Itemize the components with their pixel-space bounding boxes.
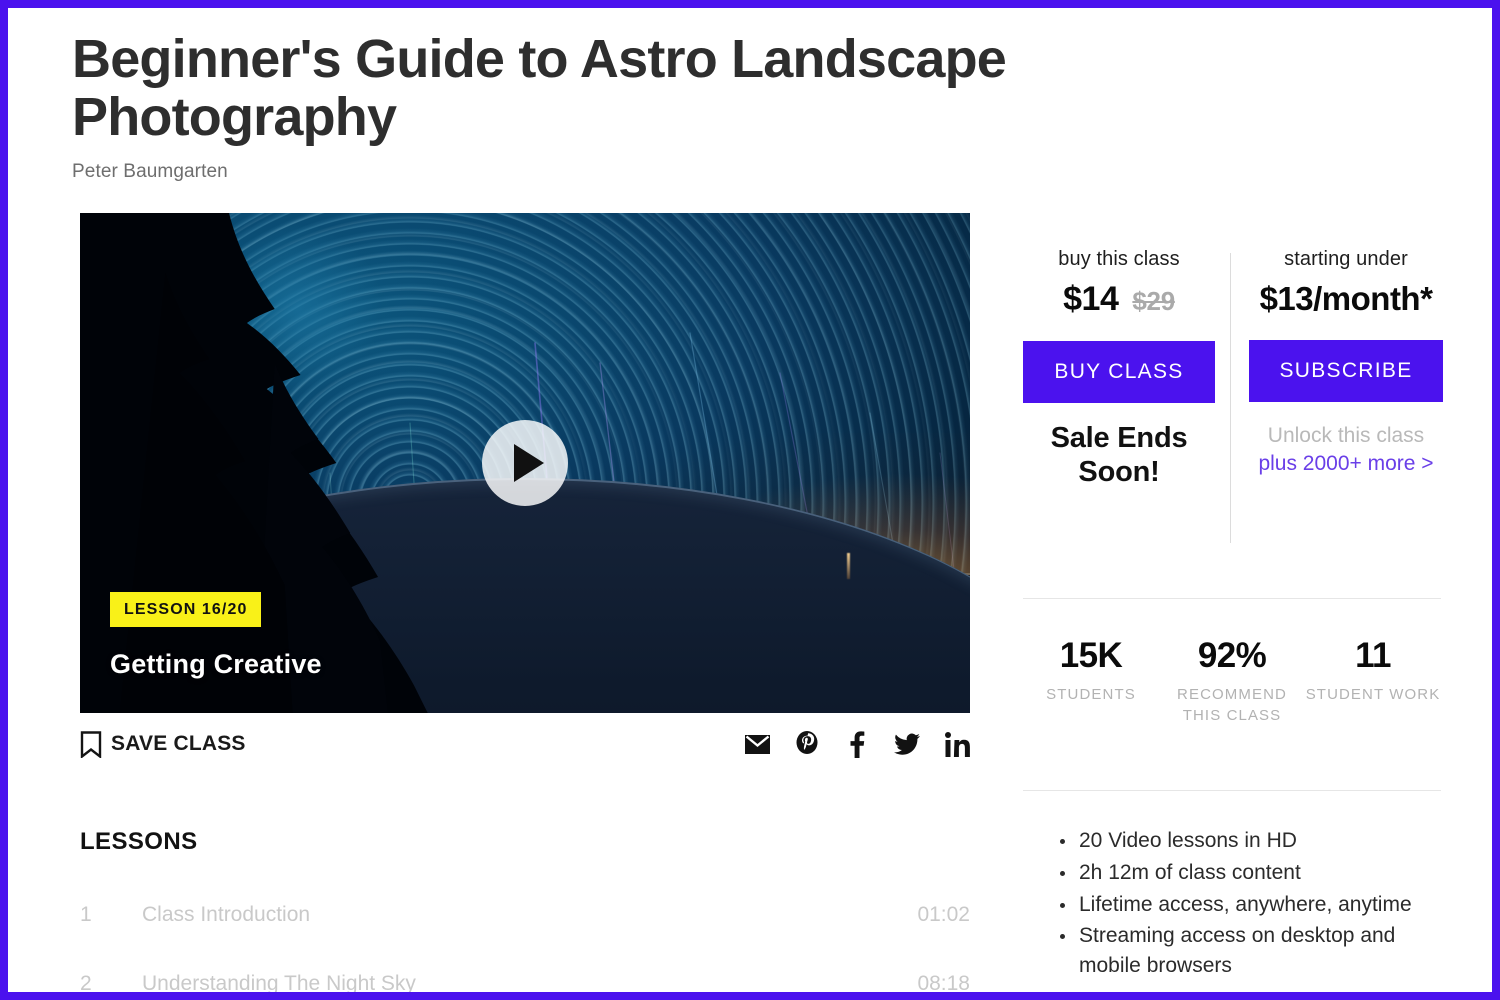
author-name: Peter Baumgarten [72, 160, 228, 182]
facebook-icon[interactable] [844, 730, 870, 758]
play-icon [514, 444, 544, 482]
buy-price-line: $14 $29 [1023, 280, 1215, 319]
price-grid: buy this class $14 $29 BUY CLASS Sale En… [1023, 248, 1443, 543]
stat-students: 15K STUDENTS [1023, 636, 1159, 726]
lesson-duration: 08:18 [917, 972, 970, 992]
lesson-list-item[interactable]: 1 Class Introduction 01:02 [80, 898, 970, 932]
lesson-name: Class Introduction [142, 903, 311, 926]
subscribe-button[interactable]: SUBSCRIBE [1249, 340, 1443, 402]
class-header: Beginner's Guide to Astro Landscape Phot… [72, 30, 1007, 183]
page-title: Beginner's Guide to Astro Landscape Phot… [72, 29, 1007, 148]
purchase-panel: buy this class $14 $29 BUY CLASS Sale En… [1023, 248, 1443, 543]
unlock-note-line1: Unlock this class [1267, 424, 1425, 447]
social-share-group [744, 730, 970, 758]
stat-student-work: 11 STUDENT WORK [1305, 636, 1441, 726]
price-divider [1230, 253, 1231, 543]
subscribe-kicker: starting under [1284, 248, 1408, 270]
lesson-duration: 01:02 [917, 903, 970, 926]
lesson-name: Understanding The Night Sky [142, 972, 416, 992]
tree-silhouettes [80, 213, 507, 713]
buy-original-price: $29 [1132, 286, 1175, 316]
stat-value: 92% [1197, 636, 1267, 675]
subscribe-price: $13/month* [1259, 280, 1433, 317]
lesson-number: 2 [80, 972, 92, 992]
save-class-button[interactable]: SAVE CLASS [80, 730, 246, 758]
lessons-heading: LESSONS [80, 828, 198, 855]
feature-list: 20 Video lessons in HD 2h 12m of class c… [1053, 826, 1448, 983]
sale-note: Sale Ends Soon! [1050, 422, 1188, 489]
subscribe-note: Unlock this class plus 2000+ more > [1249, 422, 1443, 479]
buy-class-button[interactable]: BUY CLASS [1023, 341, 1215, 403]
save-class-label: SAVE CLASS [111, 732, 246, 755]
class-stats: 15K STUDENTS 92% RECOMMEND THIS CLASS 11… [1023, 636, 1441, 726]
feature-item: 20 Video lessons in HD [1053, 826, 1448, 856]
stats-divider-top [1023, 598, 1441, 599]
bookmark-icon [80, 730, 102, 758]
feature-item: Streaming access on desktop and mobile b… [1053, 921, 1448, 981]
actions-row: SAVE CLASS [80, 724, 970, 764]
lesson-list-item[interactable]: 2 Understanding The Night Sky 08:18 [80, 967, 970, 992]
buy-column: buy this class $14 $29 BUY CLASS Sale En… [1023, 248, 1215, 489]
video-player[interactable]: LESSON 16/20 Getting Creative [80, 213, 970, 713]
distant-light [846, 553, 850, 579]
twitter-icon[interactable] [894, 731, 920, 757]
unlock-more-link[interactable]: plus 2000+ more > [1249, 450, 1443, 478]
lesson-badge: LESSON 16/20 [110, 592, 262, 627]
lesson-number: 1 [80, 903, 92, 926]
conifer-icon [80, 213, 428, 713]
page-frame: Beginner's Guide to Astro Landscape Phot… [8, 8, 1492, 992]
stat-label: STUDENT WORK [1305, 686, 1441, 703]
email-icon[interactable] [744, 731, 770, 757]
feature-item: Lifetime access, anywhere, anytime [1053, 890, 1448, 920]
stats-divider-bottom [1023, 790, 1441, 791]
play-button[interactable] [482, 420, 568, 506]
stat-label: STUDENTS [1046, 686, 1136, 703]
subscribe-column: starting under $13/month* SUBSCRIBE Unlo… [1249, 248, 1443, 489]
feature-item: 2h 12m of class content [1053, 858, 1448, 888]
stat-label: RECOMMEND THIS CLASS [1177, 686, 1287, 724]
stat-value: 15K [1059, 636, 1123, 675]
stat-value: 11 [1355, 636, 1391, 675]
stat-recommend: 92% RECOMMEND THIS CLASS [1164, 636, 1300, 726]
linkedin-icon[interactable] [944, 731, 970, 757]
lesson-caption: Getting Creative [110, 649, 322, 679]
buy-price: $14 [1063, 280, 1119, 318]
buy-kicker: buy this class [1058, 248, 1180, 270]
pinterest-icon[interactable] [794, 731, 820, 757]
